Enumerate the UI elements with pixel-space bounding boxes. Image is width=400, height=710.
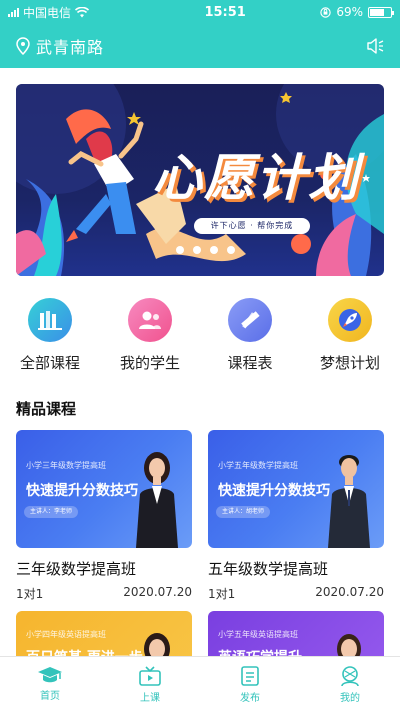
section-title: 精品课程 [16,400,77,418]
tab-class[interactable]: 上课 [100,657,200,710]
header: 中国电信 15:51 69% 武青南路 [0,0,400,68]
menu-item-my-students[interactable]: 我的学生 [100,298,200,373]
battery-percent: 69% [336,5,363,19]
course-meta: 1对1 2020.07.20 [208,585,384,602]
menu-label: 我的学生 [119,354,180,372]
course-thumbnail[interactable]: 小学五年级数学提高班 快速提升分数技巧 主讲人：胡老师 [208,430,384,548]
teacher-figure [136,452,178,548]
thumb-subtitle: 小学三年级数学提高班 [26,461,106,470]
thumb-teacher: 主讲人：胡老师 [216,506,271,518]
course-card[interactable]: 小学三年级数学提高班 快速提升分数技巧 主讲人：李老师 三年级数学提高班 1对1… [16,430,192,602]
promo-banner[interactable]: 心愿计划 许下心愿 · 帮你完成 [16,84,384,276]
carousel-dot[interactable] [192,246,201,254]
tab-label: 首页 [40,691,60,702]
thumb-subtitle: 小学五年级数学提高班 [218,461,298,470]
menu-item-schedule[interactable]: 课程表 [200,298,300,373]
thumb-title: 快速提升分数技巧 [218,483,330,499]
carousel-dot[interactable] [226,246,235,254]
course-meta: 1对1 2020.07.20 [16,585,192,602]
banner-title: 心愿计划 [152,149,360,207]
wifi-icon [75,6,90,17]
course-date: 2020.07.20 [315,585,384,599]
location-label[interactable]: 武青南路 [36,34,104,58]
carousel-dot[interactable] [175,246,184,254]
lock-rotation-icon [320,6,332,18]
tab-label: 我的 [340,693,360,704]
course-title: 三年级数学提高班 [16,560,137,578]
person-icon [341,666,359,687]
banner-tagline: 许下心愿 · 帮你完成 [194,218,310,234]
tab-mine[interactable]: 我的 [300,657,400,710]
carrier-label: 中国电信 [23,5,72,20]
quick-menu: 全部课程 我的学生 课程表 梦想计划 [0,298,400,373]
status-bar: 中国电信 15:51 69% [0,0,400,24]
tv-icon [139,666,161,686]
document-icon [241,666,259,686]
course-date: 2020.07.20 [123,585,192,599]
battery-icon [368,6,394,18]
clock: 15:51 [204,4,246,20]
students-icon [128,298,172,342]
ruler-pencil-icon [228,298,272,342]
app-screen: 中国电信 15:51 69% 武青南路 心愿计划 许下心愿 · 帮你完成 全部课… [0,0,400,710]
course-type: 1对1 [16,587,44,601]
rocket-icon [328,298,372,342]
thumb-title: 快速提升分数技巧 [26,483,138,499]
course-type: 1对1 [208,587,236,601]
tab-label: 上课 [140,693,160,704]
tab-label: 发布 [240,693,260,704]
course-title: 五年级数学提高班 [208,560,329,578]
books-icon [28,298,72,342]
menu-label: 全部课程 [19,354,80,372]
teacher-figure [328,455,370,548]
location-pin-icon[interactable] [16,37,30,55]
speaker-icon[interactable] [366,38,384,54]
thumb-subtitle: 小学五年级英语提高班 [218,630,298,639]
graduation-cap-icon [38,667,62,683]
menu-label: 课程表 [227,354,273,372]
menu-item-all-courses[interactable]: 全部课程 [0,298,100,373]
thumb-subtitle: 小学四年级英语提高班 [26,630,106,639]
menu-label: 梦想计划 [319,354,380,372]
course-card[interactable]: 小学五年级数学提高班 快速提升分数技巧 主讲人：胡老师 五年级数学提高班 1对1… [208,430,384,602]
location-bar: 武青南路 [0,24,400,68]
carousel-dot[interactable] [209,246,218,254]
tab-home[interactable]: 首页 [0,657,100,710]
tab-publish[interactable]: 发布 [200,657,300,710]
tab-bar: 首页 上课 发布 我的 [0,656,400,710]
course-thumbnail[interactable]: 小学三年级数学提高班 快速提升分数技巧 主讲人：李老师 [16,430,192,548]
signal-icon [8,7,19,17]
carousel-indicator [16,246,384,254]
thumb-teacher: 主讲人：李老师 [24,506,79,518]
menu-item-dream-plan[interactable]: 梦想计划 [300,298,400,373]
